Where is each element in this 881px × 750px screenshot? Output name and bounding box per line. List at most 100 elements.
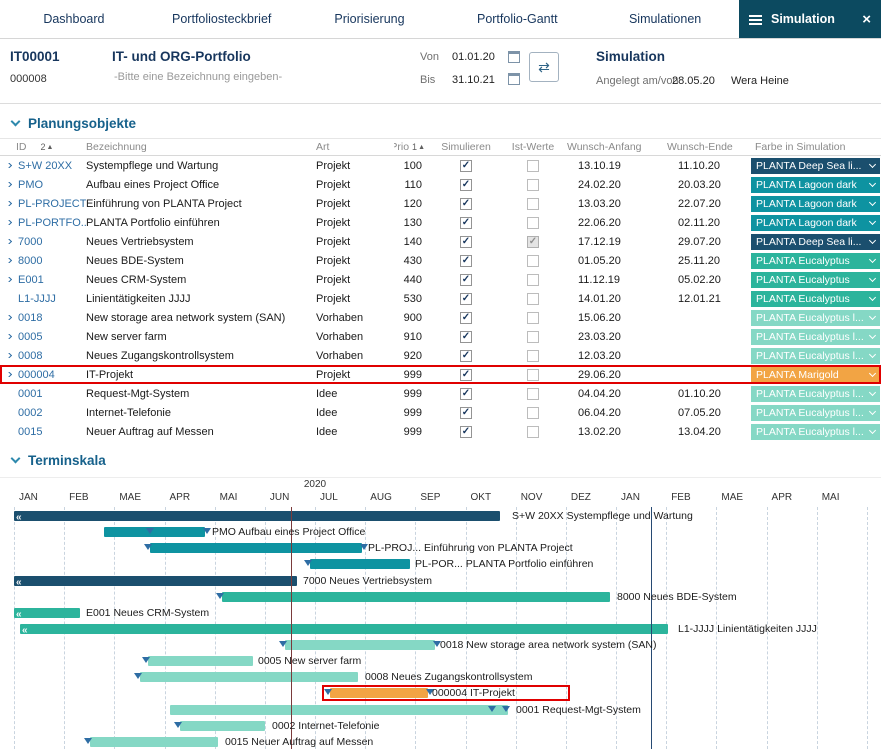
row-id[interactable]: L1-JJJJ [16, 293, 86, 305]
row-id[interactable]: 0001 [16, 388, 86, 400]
istwerte-checkbox[interactable] [502, 274, 564, 286]
col-prio[interactable]: Prio 1 ▲ [394, 141, 430, 153]
table-row[interactable]: 0015Neuer Auftrag auf MessenIdee999✓13.0… [0, 422, 881, 441]
expand-icon[interactable] [0, 315, 16, 320]
col-farbe[interactable]: Farbe in Simulation [750, 141, 881, 153]
istwerte-checkbox[interactable] [502, 331, 564, 343]
col-art[interactable]: Art [316, 141, 394, 153]
istwerte-checkbox[interactable] [502, 179, 564, 191]
row-id[interactable]: 0005 [16, 331, 86, 343]
calendar-icon[interactable] [508, 51, 520, 63]
istwerte-checkbox[interactable] [502, 217, 564, 229]
table-row[interactable]: 0018New storage area network system (SAN… [0, 308, 881, 327]
istwerte-checkbox[interactable] [502, 160, 564, 172]
col-id[interactable]: ID 2 ▲ [16, 141, 86, 153]
col-bezeichnung[interactable]: Bezeichnung [86, 141, 316, 153]
istwerte-checkbox[interactable] [502, 407, 564, 419]
row-id[interactable]: 0015 [16, 426, 86, 438]
chevron-down-icon[interactable] [11, 454, 21, 464]
row-id[interactable]: 8000 [16, 255, 86, 267]
row-id[interactable]: E001 [16, 274, 86, 286]
bis-date-field[interactable]: 31.10.21 [452, 74, 495, 86]
col-wunsch-ende[interactable]: Wunsch-Ende [664, 141, 750, 153]
color-dropdown[interactable]: PLANTA Eucalyptus [750, 272, 881, 288]
table-row[interactable]: L1-JJJJLinientätigkeiten JJJJProjekt530✓… [0, 289, 881, 308]
gantt-bar[interactable] [150, 543, 362, 553]
color-dropdown[interactable]: PLANTA Eucalyptus l... [750, 405, 881, 421]
simulieren-checkbox[interactable]: ✓ [430, 369, 502, 381]
table-row[interactable]: 7000Neues VertriebsystemProjekt140✓✓17.1… [0, 232, 881, 251]
istwerte-checkbox[interactable] [502, 369, 564, 381]
gantt-bar[interactable] [90, 737, 218, 747]
gantt-bar[interactable]: « [20, 624, 668, 634]
color-dropdown[interactable]: PLANTA Eucalyptus l... [750, 348, 881, 364]
simulieren-checkbox[interactable]: ✓ [430, 217, 502, 229]
row-id[interactable]: 7000 [16, 236, 86, 248]
nav-priorisierung[interactable]: Priorisierung [296, 0, 444, 38]
simulieren-checkbox[interactable]: ✓ [430, 312, 502, 324]
color-dropdown[interactable]: PLANTA Lagoon dark [750, 177, 881, 193]
menu-icon[interactable] [749, 15, 762, 24]
istwerte-checkbox[interactable]: ✓ [502, 236, 564, 248]
istwerte-checkbox[interactable] [502, 255, 564, 267]
expand-icon[interactable] [0, 220, 16, 225]
color-dropdown[interactable]: PLANTA Lagoon dark [750, 215, 881, 231]
table-row[interactable]: PL-PROJECTEinführung von PLANTA ProjectP… [0, 194, 881, 213]
color-dropdown[interactable]: PLANTA Eucalyptus l... [750, 386, 881, 402]
gantt-bar[interactable]: « [14, 608, 80, 618]
portfolio-subtitle[interactable]: -Bitte eine Bezeichnung eingeben- [114, 71, 282, 83]
gantt-bar[interactable] [285, 640, 435, 650]
expand-icon[interactable] [0, 182, 16, 187]
table-row[interactable]: PL-PORTFO...PLANTA Portfolio einführenPr… [0, 213, 881, 232]
calendar-icon[interactable] [508, 73, 520, 85]
refresh-button[interactable]: ⇄ [529, 52, 559, 82]
gantt-bar[interactable] [180, 721, 265, 731]
expand-icon[interactable] [0, 372, 16, 377]
istwerte-checkbox[interactable] [502, 293, 564, 305]
simulieren-checkbox[interactable]: ✓ [430, 407, 502, 419]
col-wunsch-anfang[interactable]: Wunsch-Anfang [564, 141, 664, 153]
gantt-bar[interactable] [148, 656, 253, 666]
gantt-bar[interactable]: « [14, 511, 500, 521]
row-id[interactable]: PL-PORTFO... [16, 217, 86, 229]
gantt-bar[interactable] [170, 705, 508, 715]
color-dropdown[interactable]: PLANTA Eucalyptus l... [750, 424, 881, 440]
color-dropdown[interactable]: PLANTA Eucalyptus [750, 253, 881, 269]
row-id[interactable]: 000004 [16, 369, 86, 381]
istwerte-checkbox[interactable] [502, 312, 564, 324]
gantt-bar[interactable]: « [14, 576, 297, 586]
gantt-bar[interactable] [222, 592, 610, 602]
row-id[interactable]: PL-PROJECT [16, 198, 86, 210]
expand-icon[interactable] [0, 334, 16, 339]
color-dropdown[interactable]: PLANTA Deep Sea li... [750, 234, 881, 250]
color-dropdown[interactable]: PLANTA Deep Sea li... [750, 158, 881, 174]
row-id[interactable]: 0008 [16, 350, 86, 362]
table-row[interactable]: 000004IT-ProjektProjekt999✓29.06.20PLANT… [0, 365, 881, 384]
color-dropdown[interactable]: PLANTA Marigold [750, 367, 881, 383]
expand-icon[interactable] [0, 201, 16, 206]
col-istwerte[interactable]: Ist-Werte [502, 141, 564, 153]
simulieren-checkbox[interactable]: ✓ [430, 426, 502, 438]
simulieren-checkbox[interactable]: ✓ [430, 293, 502, 305]
simulieren-checkbox[interactable]: ✓ [430, 198, 502, 210]
expand-icon[interactable] [0, 239, 16, 244]
nav-portfoliosteckbrief[interactable]: Portfoliosteckbrief [148, 0, 296, 38]
table-row[interactable]: 0002Internet-TelefonieIdee999✓06.04.2007… [0, 403, 881, 422]
expand-icon[interactable] [0, 258, 16, 263]
nav-dashboard[interactable]: Dashboard [0, 0, 148, 38]
nav-portfolio-gantt[interactable]: Portfolio-Gantt [443, 0, 591, 38]
row-id[interactable]: S+W 20XX [16, 160, 86, 172]
table-row[interactable]: S+W 20XXSystempflege und WartungProjekt1… [0, 156, 881, 175]
row-id[interactable]: 0018 [16, 312, 86, 324]
simulieren-checkbox[interactable]: ✓ [430, 179, 502, 191]
gantt-bar[interactable] [310, 559, 410, 569]
color-dropdown[interactable]: PLANTA Eucalyptus l... [750, 310, 881, 326]
nav-simulationen[interactable]: Simulationen [591, 0, 739, 38]
col-simulieren[interactable]: Simulieren [430, 141, 502, 153]
istwerte-checkbox[interactable] [502, 388, 564, 400]
istwerte-checkbox[interactable] [502, 426, 564, 438]
istwerte-checkbox[interactable] [502, 198, 564, 210]
table-row[interactable]: 0008Neues ZugangskontrollsystemVorhaben9… [0, 346, 881, 365]
expand-icon[interactable] [0, 277, 16, 282]
color-dropdown[interactable]: PLANTA Lagoon dark [750, 196, 881, 212]
